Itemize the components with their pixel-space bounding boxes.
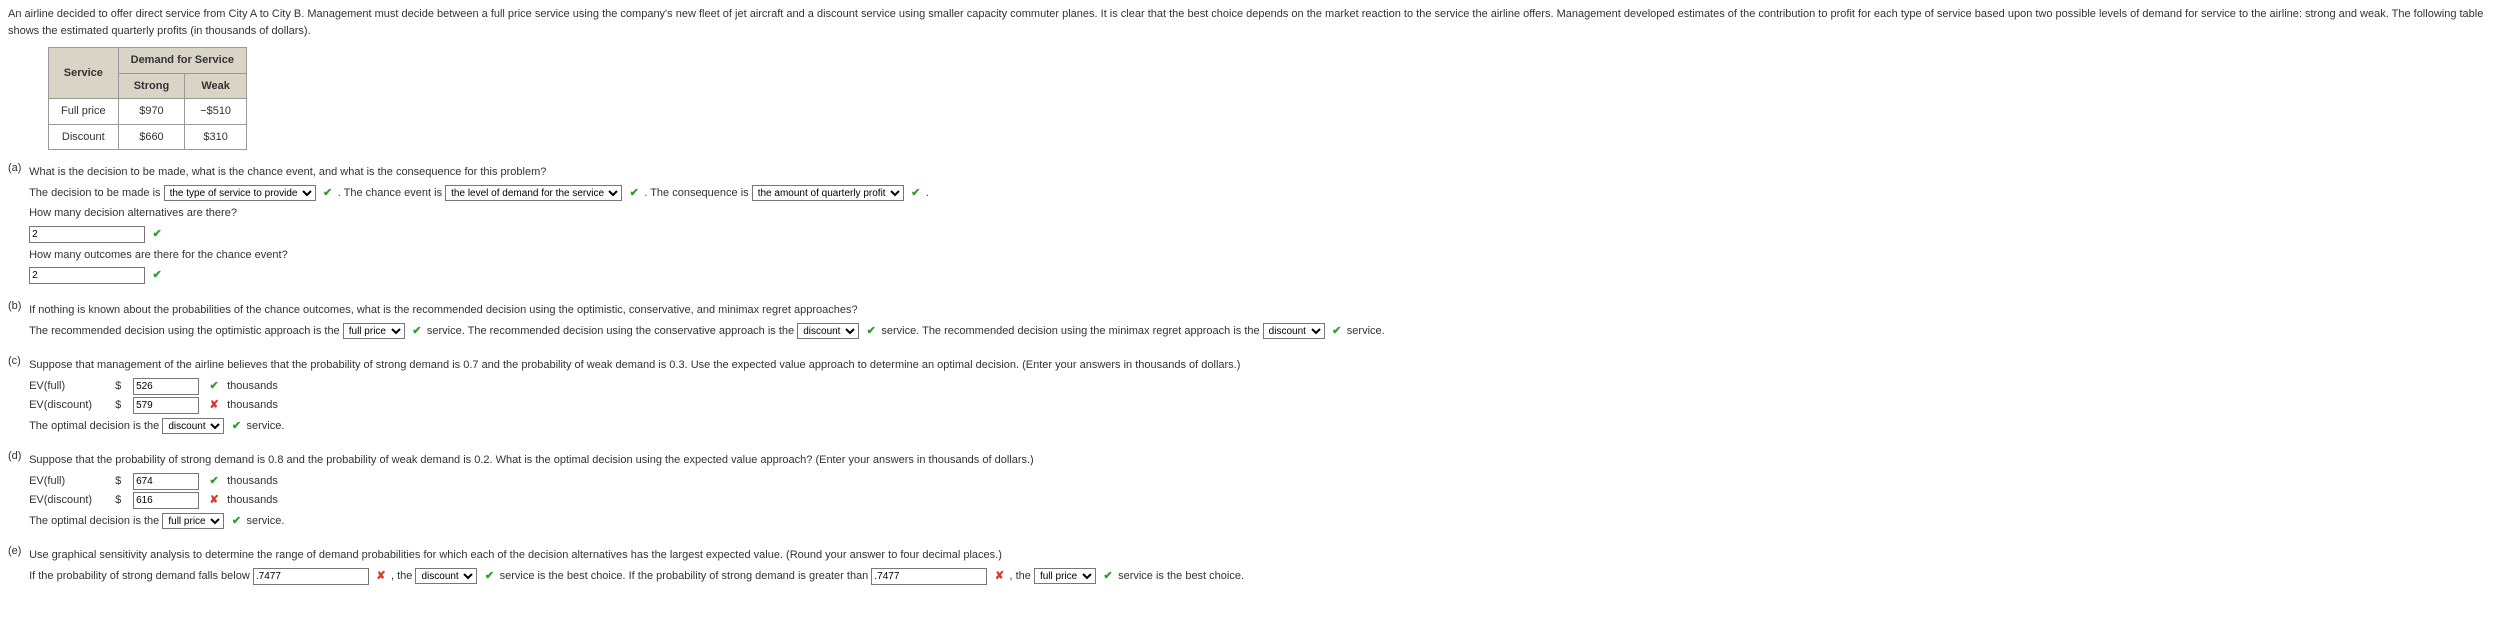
check-icon: ✔ bbox=[483, 568, 497, 585]
part-label: (b) bbox=[8, 298, 26, 315]
check-icon: ✔ bbox=[1101, 568, 1115, 585]
part-d: (d) Suppose that the probability of stro… bbox=[8, 448, 2500, 533]
outcomes-input[interactable] bbox=[29, 267, 145, 284]
check-icon: ✔ bbox=[150, 267, 164, 284]
unit: thousands bbox=[227, 492, 278, 509]
dollar-sign: $ bbox=[115, 473, 127, 490]
part-b: (b) If nothing is known about the probab… bbox=[8, 298, 2500, 343]
text: service. The recommended decision using … bbox=[427, 325, 794, 337]
question-text: How many decision alternatives are there… bbox=[29, 205, 2499, 222]
ev-discount-input-d[interactable] bbox=[133, 492, 199, 509]
unit: thousands bbox=[227, 397, 278, 414]
text: service. bbox=[1347, 325, 1385, 337]
table-row: Discount $660 $310 bbox=[49, 124, 247, 150]
check-icon: ✔ bbox=[321, 185, 335, 202]
cell: −$510 bbox=[185, 99, 247, 125]
optimal-c-select[interactable]: discount bbox=[162, 418, 224, 434]
check-icon: ✔ bbox=[627, 185, 641, 202]
text: . bbox=[926, 187, 929, 199]
dollar-sign: $ bbox=[115, 492, 127, 509]
ev-discount-input[interactable] bbox=[133, 397, 199, 414]
question-text: What is the decision to be made, what is… bbox=[29, 164, 2499, 181]
cross-icon: ✘ bbox=[992, 568, 1006, 585]
question-text: Suppose that management of the airline b… bbox=[29, 357, 2499, 374]
dollar-sign: $ bbox=[115, 378, 127, 395]
text: If the probability of strong demand fall… bbox=[29, 570, 250, 582]
minimax-select[interactable]: discount bbox=[1263, 323, 1325, 339]
check-icon: ✔ bbox=[229, 418, 243, 435]
optimistic-select[interactable]: full price bbox=[343, 323, 405, 339]
cross-icon: ✘ bbox=[207, 397, 221, 414]
ev-discount-label: EV(discount) bbox=[29, 492, 109, 509]
text: service is the best choice. If the proba… bbox=[500, 570, 869, 582]
part-e: (e) Use graphical sensitivity analysis t… bbox=[8, 543, 2500, 589]
question-text: Use graphical sensitivity analysis to de… bbox=[29, 547, 2499, 564]
question-text: Suppose that the probability of strong d… bbox=[29, 452, 2499, 469]
part-c: (c) Suppose that management of the airli… bbox=[8, 353, 2500, 438]
check-icon: ✔ bbox=[207, 473, 221, 490]
ev-full-input[interactable] bbox=[133, 378, 199, 395]
text: , the bbox=[1009, 570, 1030, 582]
th-strong: Strong bbox=[118, 73, 185, 99]
unit: thousands bbox=[227, 378, 278, 395]
decision-select[interactable]: the type of service to provide bbox=[164, 185, 316, 201]
ev-discount-label: EV(discount) bbox=[29, 397, 109, 414]
payoff-table: Service Demand for Service Strong Weak F… bbox=[48, 47, 247, 150]
part-label: (c) bbox=[8, 353, 26, 370]
text: , the bbox=[391, 570, 412, 582]
cross-icon: ✘ bbox=[374, 568, 388, 585]
cell: $660 bbox=[118, 124, 185, 150]
ev-full-label: EV(full) bbox=[29, 473, 109, 490]
optimal-d-select[interactable]: full price bbox=[162, 513, 224, 529]
question-text: If nothing is known about the probabilit… bbox=[29, 302, 2499, 319]
conservative-select[interactable]: discount bbox=[797, 323, 859, 339]
problem-intro: An airline decided to offer direct servi… bbox=[8, 6, 2500, 39]
ev-full-label: EV(full) bbox=[29, 378, 109, 395]
prob-above-input[interactable] bbox=[871, 568, 987, 585]
th-demand: Demand for Service bbox=[118, 48, 246, 74]
text: The decision to be made is bbox=[29, 187, 160, 199]
row-label: Discount bbox=[49, 124, 119, 150]
text: The optimal decision is the bbox=[29, 515, 159, 527]
cross-icon: ✘ bbox=[207, 492, 221, 509]
check-icon: ✔ bbox=[1330, 323, 1344, 340]
text: The recommended decision using the optim… bbox=[29, 325, 340, 337]
alternatives-input[interactable] bbox=[29, 226, 145, 243]
check-icon: ✔ bbox=[229, 513, 243, 530]
check-icon: ✔ bbox=[207, 378, 221, 395]
text: The optimal decision is the bbox=[29, 420, 159, 432]
part-label: (e) bbox=[8, 543, 26, 560]
text: service. The recommended decision using … bbox=[881, 325, 1259, 337]
part-label: (d) bbox=[8, 448, 26, 465]
prob-below-input[interactable] bbox=[253, 568, 369, 585]
text: service is the best choice. bbox=[1118, 570, 1244, 582]
check-icon: ✔ bbox=[864, 323, 878, 340]
consequence-select[interactable]: the amount of quarterly profit bbox=[752, 185, 904, 201]
question-text: How many outcomes are there for the chan… bbox=[29, 247, 2499, 264]
text: . The consequence is bbox=[644, 187, 748, 199]
row-label: Full price bbox=[49, 99, 119, 125]
part-a: (a) What is the decision to be made, wha… bbox=[8, 160, 2500, 288]
check-icon: ✔ bbox=[410, 323, 424, 340]
above-choice-select[interactable]: full price bbox=[1034, 568, 1096, 584]
th-weak: Weak bbox=[185, 73, 247, 99]
check-icon: ✔ bbox=[150, 226, 164, 243]
ev-full-input-d[interactable] bbox=[133, 473, 199, 490]
cell: $970 bbox=[118, 99, 185, 125]
part-label: (a) bbox=[8, 160, 26, 177]
unit: thousands bbox=[227, 473, 278, 490]
check-icon: ✔ bbox=[909, 185, 923, 202]
chance-select[interactable]: the level of demand for the service bbox=[445, 185, 622, 201]
th-service: Service bbox=[49, 48, 119, 99]
dollar-sign: $ bbox=[115, 397, 127, 414]
table-row: Full price $970 −$510 bbox=[49, 99, 247, 125]
text: service. bbox=[246, 515, 284, 527]
cell: $310 bbox=[185, 124, 247, 150]
text: service. bbox=[246, 420, 284, 432]
text: . The chance event is bbox=[338, 187, 442, 199]
below-choice-select[interactable]: discount bbox=[415, 568, 477, 584]
